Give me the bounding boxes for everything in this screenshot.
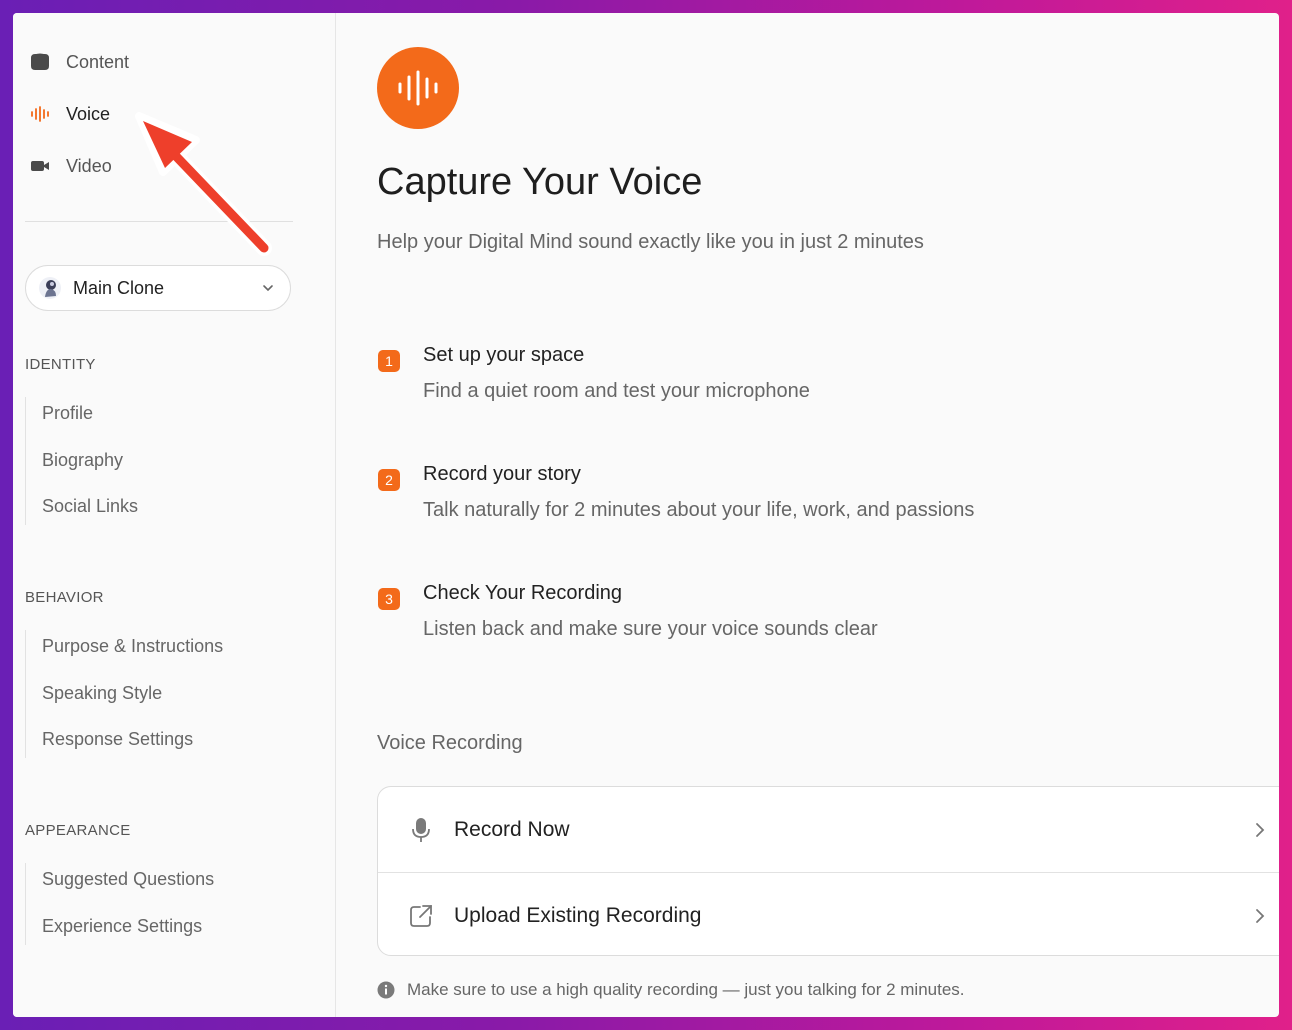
step-title: Record your story xyxy=(423,463,581,485)
main-content: Capture Your Voice Help your Digital Min… xyxy=(336,13,1279,1017)
voice-recording-heading: Voice Recording xyxy=(377,732,523,754)
page-title: Capture Your Voice xyxy=(377,161,703,203)
recording-options-card: Record Now Upload Existing Recording xyxy=(377,786,1279,956)
step-description: Find a quiet room and test your micropho… xyxy=(423,380,810,402)
record-now-button[interactable]: Record Now xyxy=(378,787,1279,872)
sidebar-item-suggested-questions[interactable]: Suggested Questions xyxy=(42,869,214,890)
section-title-identity: IDENTITY xyxy=(25,356,96,373)
step-number-badge: 3 xyxy=(378,588,400,610)
record-now-label: Record Now xyxy=(454,817,570,841)
avatar xyxy=(38,276,62,300)
sidebar-item-purpose-instructions[interactable]: Purpose & Instructions xyxy=(42,636,223,657)
identity-group: Profile Biography Social Links xyxy=(25,397,138,525)
chevron-right-icon xyxy=(1250,906,1270,926)
clone-selector-label: Main Clone xyxy=(73,277,165,298)
recording-note: Make sure to use a high quality recordin… xyxy=(377,980,965,1000)
appearance-group: Suggested Questions Experience Settings xyxy=(25,863,214,945)
sidebar-item-profile[interactable]: Profile xyxy=(42,403,93,424)
step-description: Listen back and make sure your voice sou… xyxy=(423,618,878,640)
step-number-badge: 2 xyxy=(378,469,400,491)
behavior-group: Purpose & Instructions Speaking Style Re… xyxy=(25,630,223,758)
section-title-appearance: APPEARANCE xyxy=(25,822,131,839)
microphone-icon xyxy=(408,817,434,843)
sidebar-item-biography[interactable]: Biography xyxy=(42,450,123,471)
step-description: Talk naturally for 2 minutes about your … xyxy=(423,499,975,521)
step-title: Set up your space xyxy=(423,344,585,366)
app-window: Content Voice Video Main Clone IDENTITY … xyxy=(13,13,1279,1017)
step-number-badge: 1 xyxy=(378,350,400,372)
voice-badge xyxy=(377,47,459,129)
sidebar-divider xyxy=(25,221,293,222)
chevron-right-icon xyxy=(1250,820,1270,840)
external-link-icon xyxy=(408,903,434,929)
nav-item-label: Voice xyxy=(66,103,111,124)
sidebar: Content Voice Video Main Clone IDENTITY … xyxy=(13,13,336,1017)
upload-recording-label: Upload Existing Recording xyxy=(454,903,702,927)
sidebar-item-speaking-style[interactable]: Speaking Style xyxy=(42,683,162,704)
nav-item-voice[interactable]: Voice xyxy=(29,99,110,129)
step-title: Check Your Recording xyxy=(423,582,623,604)
sidebar-item-response-settings[interactable]: Response Settings xyxy=(42,729,193,750)
nav-item-label: Video xyxy=(66,155,112,176)
nav-item-label: Content xyxy=(66,51,130,72)
waveform-icon xyxy=(29,103,51,125)
nav-item-content[interactable]: Content xyxy=(29,47,129,77)
upload-recording-button[interactable]: Upload Existing Recording xyxy=(378,872,1279,955)
page-subtitle: Help your Digital Mind sound exactly lik… xyxy=(377,231,924,253)
info-icon xyxy=(377,981,395,999)
clone-selector[interactable]: Main Clone xyxy=(25,265,291,311)
video-camera-icon xyxy=(29,155,51,177)
content-icon xyxy=(29,51,51,73)
sidebar-item-social-links[interactable]: Social Links xyxy=(42,496,138,517)
chevron-down-icon xyxy=(258,278,278,298)
waveform-icon xyxy=(398,70,438,106)
section-title-behavior: BEHAVIOR xyxy=(25,589,104,606)
nav-item-video[interactable]: Video xyxy=(29,151,112,181)
sidebar-item-experience-settings[interactable]: Experience Settings xyxy=(42,916,202,937)
recording-note-text: Make sure to use a high quality recordin… xyxy=(407,980,965,999)
